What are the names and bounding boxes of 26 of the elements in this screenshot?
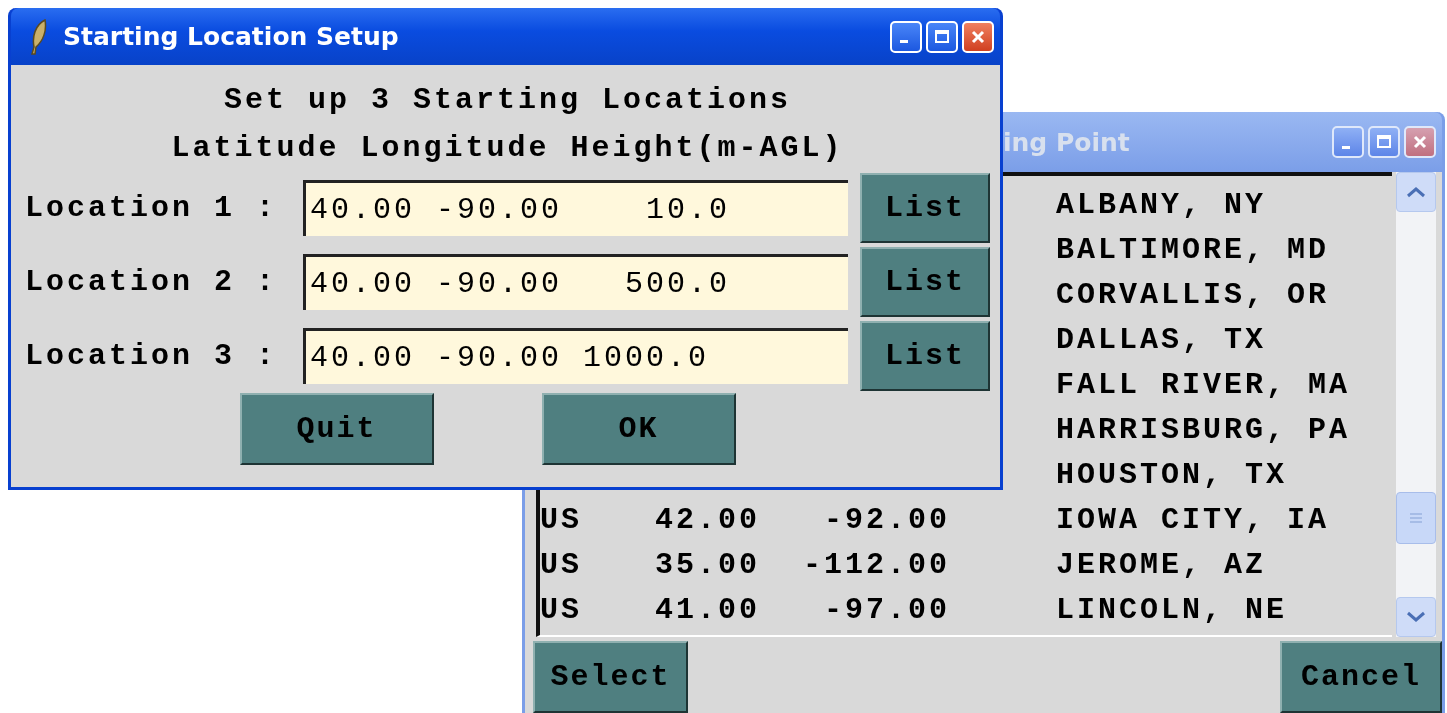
longitude-cell: -97.00 <box>823 592 950 627</box>
window-title: Starting Location Setup <box>63 22 399 51</box>
city-cell: HOUSTON, TX <box>1056 457 1288 492</box>
city-cell: BALTIMORE, MD <box>1056 232 1330 267</box>
longitude-cell: -92.00 <box>823 502 950 537</box>
city-cell: IOWA CITY, IA <box>1056 502 1330 537</box>
location-label: Location 2 : <box>25 265 279 299</box>
longitude-cell: -112.00 <box>802 547 950 582</box>
location-label: Location 3 : <box>25 339 279 373</box>
country-cell: US <box>540 547 582 582</box>
dialog-heading: Set up 3 Starting Locations <box>222 82 793 119</box>
window-title: ing Point <box>1003 127 1130 157</box>
latitude-cell: 41.00 <box>655 592 760 627</box>
city-cell: HARRISBURG, PA <box>1056 412 1351 447</box>
latitude-cell: 42.00 <box>655 502 760 537</box>
city-cell: CORVALLIS, OR <box>1056 277 1330 312</box>
city-cell: ALBANY, NY <box>1056 187 1267 222</box>
latitude-cell: 35.00 <box>655 547 760 582</box>
city-cell: JEROME, AZ <box>1056 547 1267 582</box>
country-cell: US <box>540 592 582 627</box>
country-cell: US <box>540 502 582 537</box>
location-label: Location 1 : <box>25 191 279 225</box>
city-cell: DALLAS, TX <box>1056 322 1267 357</box>
city-cell: LINCOLN, NE <box>1056 592 1288 627</box>
column-label: Latitude Longitude Height(m-AGL) <box>170 130 845 167</box>
city-cell: FALL RIVER, MA <box>1056 367 1351 402</box>
